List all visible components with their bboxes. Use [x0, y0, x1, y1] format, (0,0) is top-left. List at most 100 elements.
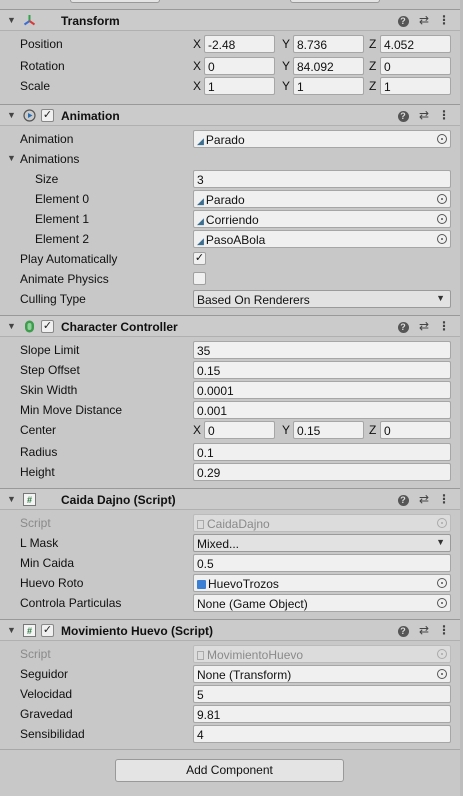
transform-header[interactable]: ▼ Transform ? ⇄ ⋮ [0, 9, 460, 31]
rotation-z-field[interactable]: 0 [380, 57, 451, 75]
context-menu-icon[interactable]: ⋮ [437, 13, 451, 28]
animation-enabled-checkbox[interactable]: ✓ [41, 109, 54, 122]
min-move-distance-field[interactable]: 0.001 [193, 401, 451, 419]
slope-limit-field[interactable]: 35 [193, 341, 451, 359]
script-field: MovimientoHuevo [193, 645, 451, 663]
axis-y-label[interactable]: Y [282, 59, 290, 73]
step-offset-label: Step Offset [20, 363, 80, 377]
context-menu-icon[interactable]: ⋮ [437, 319, 451, 334]
array-size-field[interactable]: 3 [193, 170, 451, 188]
axis-y-label[interactable]: Y [282, 423, 290, 437]
huevo-roto-field[interactable]: HuevoTrozos [193, 574, 451, 592]
center-z-field[interactable]: 0 [380, 421, 451, 439]
scale-z-field[interactable]: 1 [380, 77, 451, 95]
animation-title: Animation [61, 109, 120, 123]
culling-type-dropdown[interactable]: Based On Renderers ▼ [193, 290, 451, 308]
caida-dajno-header[interactable]: ▼ # Caida Dajno (Script) ? ⇄ ⋮ [0, 488, 460, 510]
seguidor-value: None (Transform) [197, 668, 292, 682]
array-element-value: PasoABola [205, 233, 266, 247]
array-element-field[interactable]: ◢ Corriendo [193, 210, 451, 228]
rotation-y-field[interactable]: 84.092 [293, 57, 364, 75]
animations-array-row[interactable]: ▼ Animations [0, 149, 460, 169]
axis-x-label[interactable]: X [193, 59, 201, 73]
script-icon: # [23, 624, 36, 637]
axis-z-label[interactable]: Z [369, 79, 376, 93]
array-element-field[interactable]: ◢ Parado [193, 190, 451, 208]
radius-field[interactable]: 0.1 [193, 443, 451, 461]
object-picker-icon[interactable] [437, 214, 447, 224]
fold-arrow-icon[interactable]: ▼ [7, 15, 16, 25]
lmask-dropdown[interactable]: Mixed... ▼ [193, 534, 451, 552]
axis-x-label[interactable]: X [193, 37, 201, 51]
animation-clip-field[interactable]: ◢ Parado [193, 130, 451, 148]
step-offset-field[interactable]: 0.15 [193, 361, 451, 379]
character-controller-header[interactable]: ▼ ✓ Character Controller ? ⇄ ⋮ [0, 315, 460, 337]
help-icon[interactable]: ? [396, 13, 410, 28]
presets-icon[interactable]: ⇄ [417, 108, 431, 123]
play-automatically-checkbox[interactable]: ✓ [193, 252, 206, 265]
seguidor-field[interactable]: None (Transform) [193, 665, 451, 683]
context-menu-icon[interactable]: ⋮ [437, 492, 451, 507]
animate-physics-checkbox[interactable] [193, 272, 206, 285]
fold-arrow-icon[interactable]: ▼ [7, 110, 16, 120]
axis-y-label[interactable]: Y [282, 79, 290, 93]
presets-icon[interactable]: ⇄ [417, 492, 431, 507]
min-caida-row: Min Caida 0.5 [0, 553, 460, 573]
rotation-x-field[interactable]: 0 [204, 57, 275, 75]
object-picker-icon[interactable] [437, 194, 447, 204]
sensibilidad-field[interactable]: 4 [193, 725, 451, 743]
axis-x-label[interactable]: X [193, 423, 201, 437]
help-icon[interactable]: ? [396, 319, 410, 334]
axis-y-label[interactable]: Y [282, 37, 290, 51]
array-size-label: Size [35, 172, 59, 186]
axis-z-label[interactable]: Z [369, 59, 376, 73]
fold-arrow-icon[interactable]: ▼ [7, 153, 16, 163]
seguidor-row: Seguidor None (Transform) [0, 664, 460, 684]
object-picker-icon[interactable] [437, 578, 447, 588]
context-menu-icon[interactable]: ⋮ [437, 108, 451, 123]
presets-icon[interactable]: ⇄ [417, 319, 431, 334]
min-move-distance-row: Min Move Distance 0.001 [0, 400, 460, 420]
position-x-field[interactable]: -2.48 [204, 35, 275, 53]
help-icon[interactable]: ? [396, 108, 410, 123]
add-component-button[interactable]: Add Component [115, 759, 344, 782]
toolbar-tab-right[interactable] [290, 0, 380, 3]
movimiento-huevo-header[interactable]: ▼ # ✓ Movimiento Huevo (Script) ? ⇄ ⋮ [0, 619, 460, 641]
velocidad-field[interactable]: 5 [193, 685, 451, 703]
object-picker-icon[interactable] [437, 234, 447, 244]
center-label: Center [20, 423, 57, 437]
center-x-field[interactable]: 0 [204, 421, 275, 439]
gravedad-field[interactable]: 9.81 [193, 705, 451, 723]
presets-icon[interactable]: ⇄ [417, 623, 431, 638]
array-element-field[interactable]: ◢ PasoABola [193, 230, 451, 248]
object-picker-icon[interactable] [437, 598, 447, 608]
height-field[interactable]: 0.29 [193, 463, 451, 481]
min-caida-label: Min Caida [20, 556, 75, 570]
center-y-field[interactable]: 0.15 [293, 421, 364, 439]
controla-particulas-field[interactable]: None (Game Object) [193, 594, 451, 612]
animation-header[interactable]: ▼ ✓ Animation ? ⇄ ⋮ [0, 104, 460, 126]
object-picker-icon[interactable] [437, 134, 447, 144]
presets-icon[interactable]: ⇄ [417, 13, 431, 28]
help-icon[interactable]: ? [396, 492, 410, 507]
help-icon[interactable]: ? [396, 623, 410, 638]
axis-x-label[interactable]: X [193, 79, 201, 93]
fold-arrow-icon[interactable]: ▼ [7, 321, 16, 331]
toolbar-tab-left[interactable] [70, 0, 160, 3]
context-menu-icon[interactable]: ⋮ [437, 623, 451, 638]
movimiento-huevo-enabled-checkbox[interactable]: ✓ [41, 624, 54, 637]
object-picker-icon[interactable] [437, 669, 447, 679]
fold-arrow-icon[interactable]: ▼ [7, 625, 16, 635]
fold-arrow-icon[interactable]: ▼ [7, 494, 16, 504]
scale-x-field[interactable]: 1 [204, 77, 275, 95]
axis-z-label[interactable]: Z [369, 37, 376, 51]
scale-y-field[interactable]: 1 [293, 77, 364, 95]
position-y-field[interactable]: 8.736 [293, 35, 364, 53]
character-controller-enabled-checkbox[interactable]: ✓ [41, 320, 54, 333]
min-caida-field[interactable]: 0.5 [193, 554, 451, 572]
axis-z-label[interactable]: Z [369, 423, 376, 437]
position-z-field[interactable]: 4.052 [380, 35, 451, 53]
velocidad-row: Velocidad 5 [0, 684, 460, 704]
skin-width-field[interactable]: 0.0001 [193, 381, 451, 399]
animations-array-label[interactable]: Animations [20, 152, 79, 166]
